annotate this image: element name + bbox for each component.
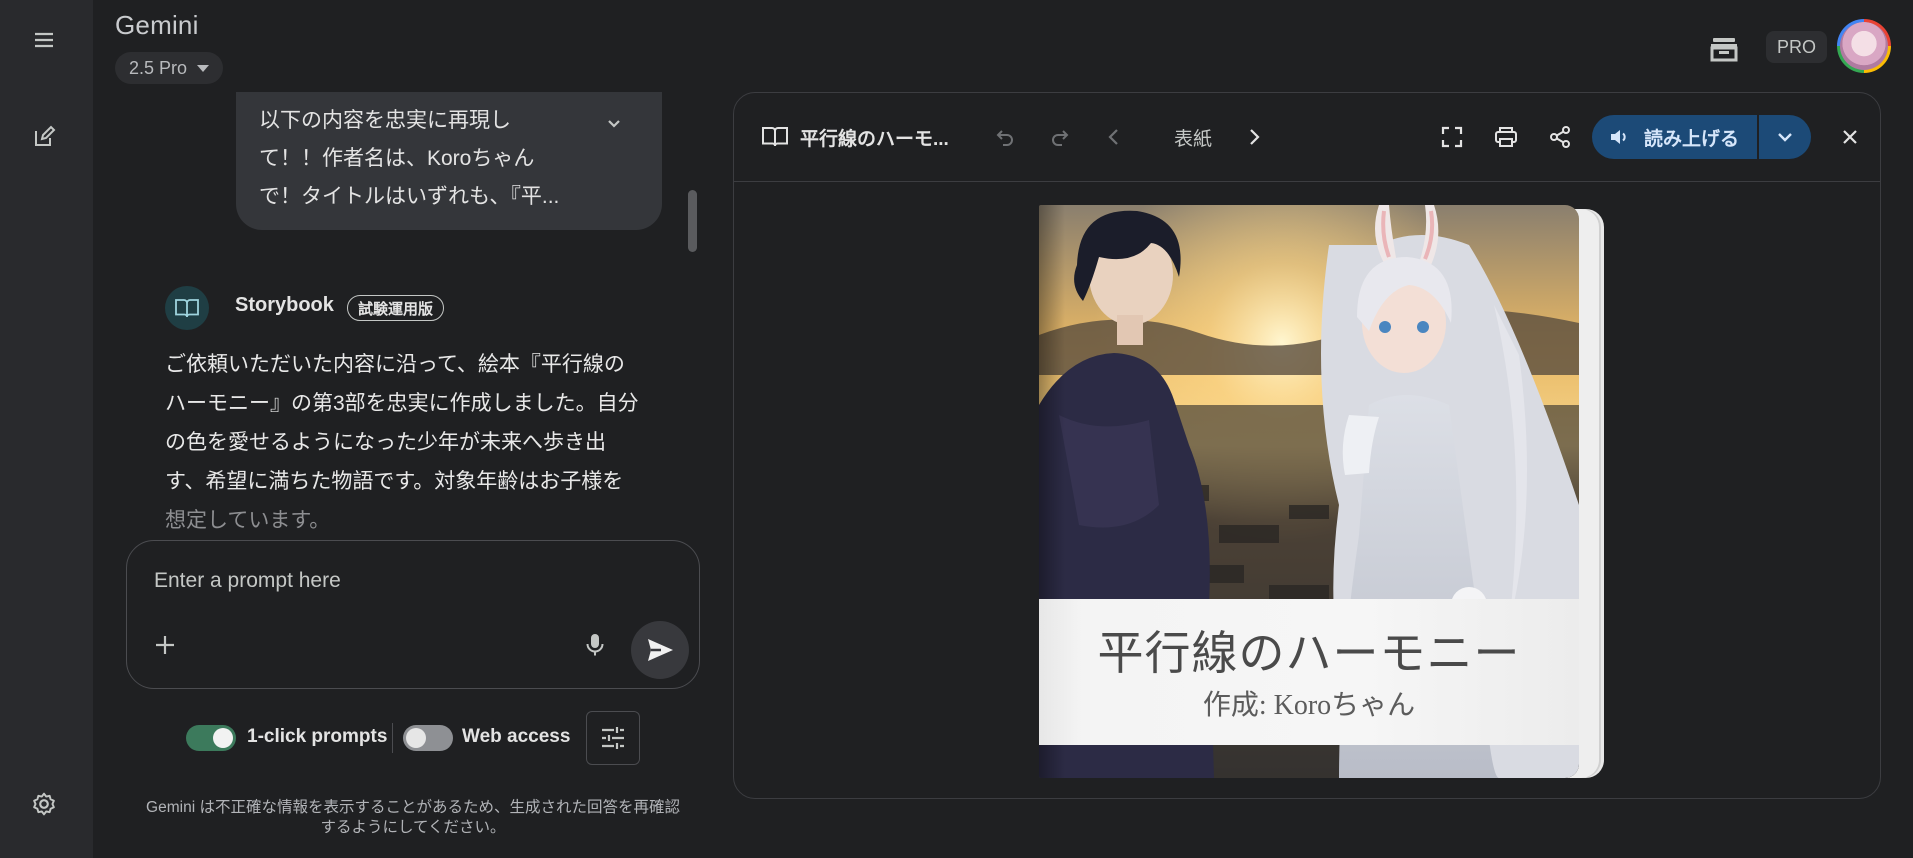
speaker-icon — [1611, 130, 1626, 144]
read-aloud-label: 読み上げる — [1644, 128, 1740, 150]
user-message-line: で！タイトルはいずれも、『平... — [259, 185, 560, 208]
toggle-knob — [406, 728, 426, 748]
fullscreen-icon[interactable] — [1434, 115, 1470, 159]
caret-down-icon — [197, 64, 210, 72]
new-chat-icon[interactable] — [26, 119, 62, 155]
tune-settings-button[interactable] — [586, 711, 640, 765]
app-title: Gemini — [115, 10, 199, 40]
read-aloud-options-button[interactable] — [1759, 115, 1811, 159]
previous-page-icon[interactable] — [1099, 115, 1129, 159]
avatar[interactable] — [1837, 19, 1891, 73]
web-access-toggle[interactable] — [403, 725, 453, 751]
share-icon[interactable] — [1542, 115, 1578, 159]
cover-title-band: 平行線のハーモニー 作成: Koroちゃん — [1039, 599, 1579, 745]
disclaimer-line: するようにしてください。 — [320, 819, 506, 836]
bot-response-line: ご依頼いただいた内容に沿って、絵本『平行線の — [165, 353, 625, 376]
disclaimer-line: Gemini は不正確な情報を表示することがあるため、生成された回答を再確認 — [146, 799, 680, 816]
storybook-icon — [165, 286, 209, 330]
disclaimer: Gemini は不正確な情報を表示することがあるため、生成された回答を再確認 す… — [120, 798, 706, 838]
expand-chevron-icon[interactable] — [604, 114, 624, 134]
divider — [392, 723, 393, 753]
bot-response-text: ご依頼いただいた内容に沿って、絵本『平行線の ハーモニー』の第3部を忠実に作成し… — [165, 345, 675, 540]
send-button[interactable] — [631, 621, 689, 679]
one-click-prompts-label: 1-click prompts — [247, 726, 388, 747]
storybook-panel: 平行線のハーモ... 表紙 読み上げる 平行線のハーモニー 作成: Koroちゃ… — [733, 92, 1881, 799]
chevron-down-icon — [1778, 133, 1792, 142]
close-icon[interactable] — [1832, 115, 1868, 159]
redo-icon[interactable] — [1045, 115, 1075, 159]
toggle-knob — [213, 728, 233, 748]
undo-icon[interactable] — [990, 115, 1020, 159]
side-rail — [0, 0, 93, 858]
one-click-prompts-toggle[interactable] — [186, 725, 236, 751]
read-aloud-button[interactable]: 読み上げる — [1592, 115, 1757, 159]
experimental-badge: 試験運用版 — [347, 295, 445, 321]
user-message-line: 以下の内容を忠実に再現し — [259, 109, 511, 132]
web-access-label: Web access — [462, 726, 571, 747]
archive-button[interactable] — [1700, 18, 1746, 70]
bot-response-line: ハーモニー』の第3部を忠実に作成しました。自分 — [165, 392, 639, 415]
storybook-title: 平行線のハーモ... — [800, 128, 949, 150]
bot-response-line: の色を愛せるようになった少年が未来へ歩き出 — [165, 431, 606, 454]
settings-gear-icon[interactable] — [26, 786, 62, 822]
storybook-cover[interactable]: 平行線のハーモニー 作成: Koroちゃん — [1039, 205, 1599, 778]
send-icon — [648, 639, 673, 661]
model-selector[interactable]: 2.5 Pro — [115, 52, 224, 84]
user-message-line: て！！作者名は、Koroちゃん — [259, 147, 535, 170]
menu-icon[interactable] — [26, 22, 62, 58]
add-attachment-icon[interactable] — [153, 633, 177, 657]
user-message-bubble: 以下の内容を忠実に再現し て！！作者名は、Koroちゃん で！タイトルはいずれも… — [236, 92, 662, 230]
bot-response-line: 想定しています。 — [165, 509, 331, 532]
model-label: 2.5 Pro — [129, 57, 188, 78]
cover-author: 作成: Koroちゃん — [1202, 690, 1416, 721]
chat-scrollbar[interactable] — [688, 190, 697, 252]
sliders-icon — [602, 727, 624, 749]
prompt-input[interactable] — [154, 563, 594, 599]
print-icon[interactable] — [1488, 115, 1524, 159]
cover-illustration: 平行線のハーモニー 作成: Koroちゃん — [1039, 205, 1579, 778]
page-label: 表紙 — [1173, 128, 1212, 150]
next-page-icon[interactable] — [1239, 115, 1269, 159]
storybook-toolbar: 平行線のハーモ... 表紙 読み上げる — [734, 93, 1880, 182]
prompt-box — [126, 540, 700, 689]
microphone-icon[interactable] — [583, 632, 607, 658]
pro-badge: PRO — [1766, 31, 1828, 63]
bot-name: Storybook — [235, 294, 334, 316]
bot-response-line: す、希望に満ちた物語です。対象年齢はお子様を — [165, 470, 624, 493]
cover-title: 平行線のハーモニー — [1097, 628, 1521, 679]
book-open-icon — [761, 115, 789, 159]
